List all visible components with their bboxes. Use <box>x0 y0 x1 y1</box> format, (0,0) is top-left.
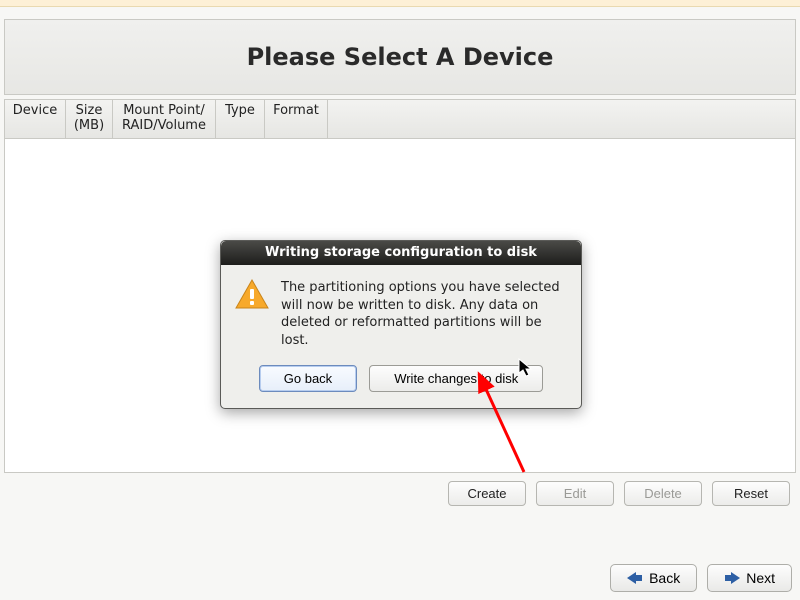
heading-panel: Please Select A Device <box>4 19 796 95</box>
write-changes-button[interactable]: Write changes to disk <box>369 365 543 392</box>
arrow-right-icon <box>724 572 740 584</box>
back-label: Back <box>649 570 680 586</box>
warning-icon <box>235 279 269 349</box>
col-mount[interactable]: Mount Point/ RAID/Volume <box>113 100 216 138</box>
back-button[interactable]: Back <box>610 564 697 592</box>
col-size[interactable]: Size (MB) <box>66 100 113 138</box>
col-type[interactable]: Type <box>216 100 265 138</box>
page-title: Please Select A Device <box>247 43 554 71</box>
edit-button: Edit <box>536 481 614 506</box>
write-confirm-dialog: Writing storage configuration to disk Th… <box>220 240 582 409</box>
delete-button: Delete <box>624 481 702 506</box>
go-back-button[interactable]: Go back <box>259 365 357 392</box>
arrow-left-icon <box>627 572 643 584</box>
col-spacer <box>328 100 795 138</box>
create-button[interactable]: Create <box>448 481 526 506</box>
col-device[interactable]: Device <box>5 100 66 138</box>
wizard-nav: Back Next <box>610 564 792 592</box>
window-top-strip <box>0 0 800 7</box>
next-label: Next <box>746 570 775 586</box>
dialog-message: The partitioning options you have select… <box>281 279 565 349</box>
table-action-row: Create Edit Delete Reset <box>4 473 796 506</box>
col-format[interactable]: Format <box>265 100 328 138</box>
table-header-row: Device Size (MB) Mount Point/ RAID/Volum… <box>5 100 795 139</box>
next-button[interactable]: Next <box>707 564 792 592</box>
dialog-title: Writing storage configuration to disk <box>221 241 581 265</box>
reset-button[interactable]: Reset <box>712 481 790 506</box>
